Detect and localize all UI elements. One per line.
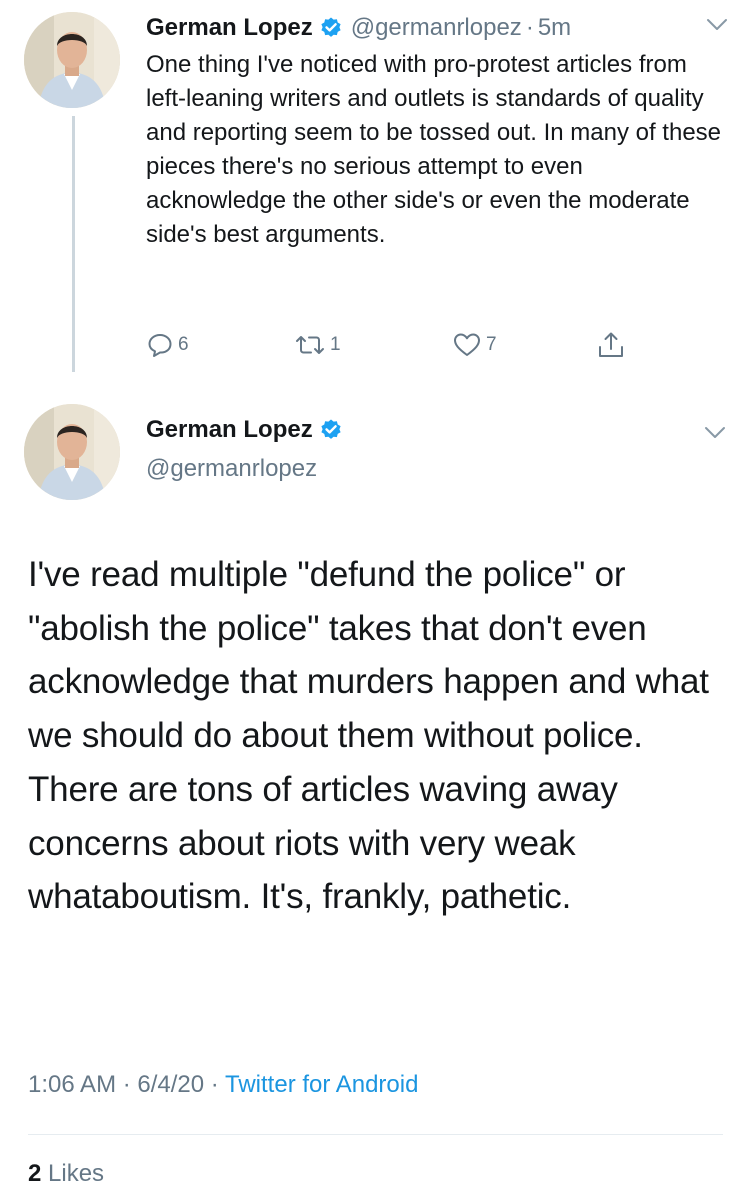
like-button[interactable]: 7 (452, 330, 497, 360)
author-name[interactable]: German Lopez (146, 14, 313, 42)
tweet-source-link[interactable]: Twitter for Android (225, 1071, 418, 1098)
tweet-time[interactable]: 5m (538, 14, 571, 42)
tweet1-header: German Lopez @germanrlopez · 5m (146, 10, 571, 46)
reply-count: 6 (178, 334, 189, 355)
likes-label: Likes (41, 1160, 105, 1187)
chevron-down-icon[interactable] (706, 18, 728, 32)
avatar-tweet2[interactable] (24, 404, 120, 500)
like-icon (452, 331, 482, 359)
verified-badge-icon (319, 418, 343, 442)
thread-line (72, 116, 75, 372)
likes-count: 2 (28, 1160, 42, 1187)
retweet-count: 1 (330, 334, 341, 355)
chevron-down-icon[interactable] (704, 426, 726, 440)
avatar-tweet1[interactable] (24, 12, 120, 108)
retweet-button[interactable]: 1 (294, 330, 341, 360)
divider (28, 1134, 723, 1135)
tweet1-text: One thing I've noticed with pro-protest … (146, 51, 722, 248)
verified-badge-icon (319, 16, 343, 40)
tweet2-text: I've read multiple "defund the police" o… (28, 555, 709, 917)
reply-button[interactable]: 6 (146, 330, 189, 360)
like-count: 7 (486, 334, 497, 355)
tweet2-meta: 1:06 AM · 6/4/20 · Twitter for Android (28, 1071, 418, 1099)
author-name[interactable]: German Lopez (146, 416, 313, 444)
author-handle[interactable]: @germanrlopez (351, 14, 522, 42)
separator-dot: · (525, 14, 534, 41)
reply-icon (146, 331, 174, 359)
likes-summary[interactable]: 2 Likes (28, 1160, 104, 1188)
share-button[interactable] (596, 330, 626, 360)
tweet-timestamp[interactable]: 1:06 AM · 6/4/20 · (28, 1071, 225, 1098)
tweet2-author-handle[interactable]: @germanrlopez (146, 455, 317, 483)
tweet2-author-name: German Lopez (146, 416, 343, 444)
retweet-icon (294, 331, 326, 359)
share-icon (596, 330, 626, 360)
tweet1-action-bar: 6 1 7 (146, 330, 646, 364)
